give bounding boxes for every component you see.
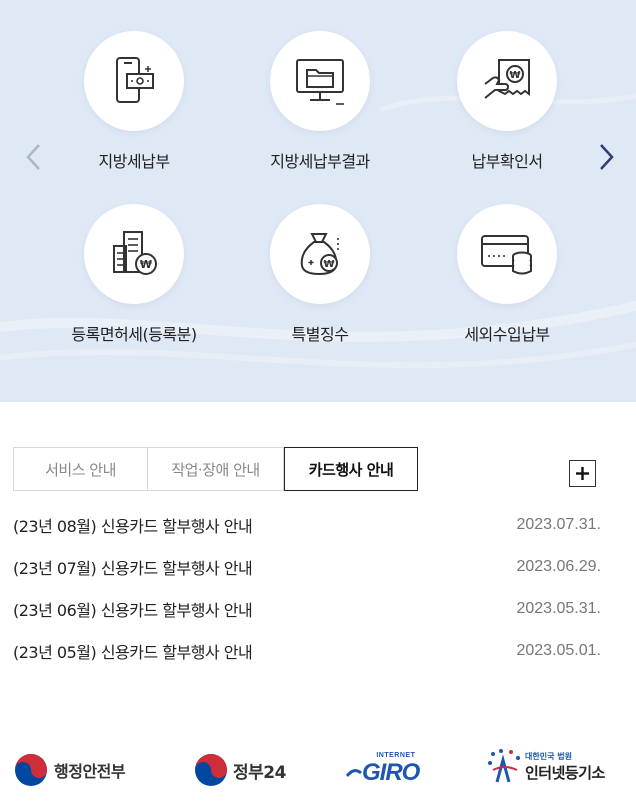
logo-iros-sub: 대한민국 법원 [525, 752, 572, 761]
logo-iros[interactable]: 대한민국 법원 인터넷등기소 [487, 748, 605, 786]
logo-giro-sub: INTERNET [376, 752, 416, 759]
service-special-collection[interactable]: ₩ 특별징수 [230, 204, 410, 345]
logo-gov24-text: 정부24 [233, 762, 286, 783]
service-label: 납부확인서 [471, 152, 543, 171]
more-button[interactable] [569, 460, 596, 487]
plus-icon [576, 467, 589, 480]
taegeuk-icon [195, 754, 227, 786]
logo-mois[interactable]: 행정안전부 [14, 753, 126, 787]
service-non-tax-revenue-payment[interactable]: 세외수입납부 [417, 204, 597, 345]
notice-item[interactable]: (23년 05월) 신용카드 할부행사 안내 2023.05.01. [13, 630, 601, 672]
logo-iros-text: 인터넷등기소 [525, 764, 605, 782]
tab-maintenance-info[interactable]: 작업·장애 안내 [148, 447, 284, 491]
service-icon-circle: ₩ [457, 31, 557, 131]
notice-item[interactable]: (23년 08월) 신용카드 할부행사 안내 2023.07.31. [13, 504, 601, 546]
logo-gov24[interactable]: 정부24 [194, 753, 286, 787]
chevron-left-icon [26, 144, 40, 170]
logo-giro-text: GIRO [362, 759, 420, 786]
chevron-right-icon [600, 144, 614, 170]
notice-item[interactable]: (23년 06월) 신용카드 할부행사 안내 2023.05.31. [13, 588, 601, 630]
logo-mois-text: 행정안전부 [54, 762, 126, 781]
svg-text:₩: ₩ [140, 258, 152, 271]
notice-title: (23년 05월) 신용카드 할부행사 안내 [13, 643, 253, 662]
court-emblem-icon [488, 749, 520, 783]
svg-text:₩: ₩ [323, 259, 334, 270]
notice-date: 2023.07.31. [516, 516, 601, 533]
service-label: 지방세납부 [98, 152, 170, 171]
card-coins-icon [481, 235, 532, 275]
service-carousel: 지방세납부 지방세납부결과 ₩ 납부확인서 ₩ 등록면허세(등록분) ₩ 특별징… [0, 0, 636, 402]
service-label: 세외수입납부 [464, 325, 550, 344]
service-registration-license-tax[interactable]: ₩ 등록면허세(등록분) [44, 204, 224, 345]
service-local-tax-result[interactable]: 지방세납부결과 [230, 31, 410, 172]
notice-tabs: 서비스 안내 작업·장애 안내 카드행사 안내 [13, 447, 418, 491]
notice-list: (23년 08월) 신용카드 할부행사 안내 2023.07.31. (23년 … [13, 504, 601, 672]
taegeuk-icon [15, 754, 47, 786]
service-icon-circle [270, 31, 370, 131]
svg-text:₩: ₩ [509, 70, 520, 81]
monitor-folder-icon [296, 59, 344, 105]
service-icon-circle: ₩ [270, 204, 370, 304]
building-won-icon: ₩ [113, 231, 157, 275]
service-label: 특별징수 [291, 325, 349, 344]
mobile-bill-icon [116, 57, 154, 103]
service-icon-circle: ₩ [84, 204, 184, 304]
swoosh-icon [346, 769, 362, 777]
notice-date: 2023.06.29. [516, 558, 601, 575]
service-icon-circle [84, 31, 184, 131]
service-label: 지방세납부결과 [270, 152, 370, 171]
notice-date: 2023.05.31. [516, 600, 601, 617]
service-label: 등록면허세(등록분) [71, 325, 197, 344]
tab-service-info[interactable]: 서비스 안내 [13, 447, 148, 491]
service-local-tax-payment[interactable]: 지방세납부 [44, 31, 224, 172]
notice-title: (23년 08월) 신용카드 할부행사 안내 [13, 517, 253, 536]
logo-giro[interactable]: INTERNET GIRO [346, 752, 420, 787]
tab-card-event-info[interactable]: 카드행사 안내 [284, 447, 418, 491]
notice-title: (23년 07월) 신용카드 할부행사 안내 [13, 559, 253, 578]
notice-item[interactable]: (23년 07월) 신용카드 할부행사 안내 2023.06.29. [13, 546, 601, 588]
notice-date: 2023.05.01. [516, 642, 601, 659]
receipt-won-icon: ₩ [484, 59, 530, 99]
notice-title: (23년 06월) 신용카드 할부행사 안내 [13, 601, 253, 620]
service-icon-circle [457, 204, 557, 304]
money-bag-icon: ₩ [300, 233, 339, 276]
footer-logos: 행정안전부 정부24 INTERNET GIRO 대한민국 법원 인터넷등기소 [0, 740, 636, 800]
service-payment-certificate[interactable]: ₩ 납부확인서 [417, 31, 597, 172]
